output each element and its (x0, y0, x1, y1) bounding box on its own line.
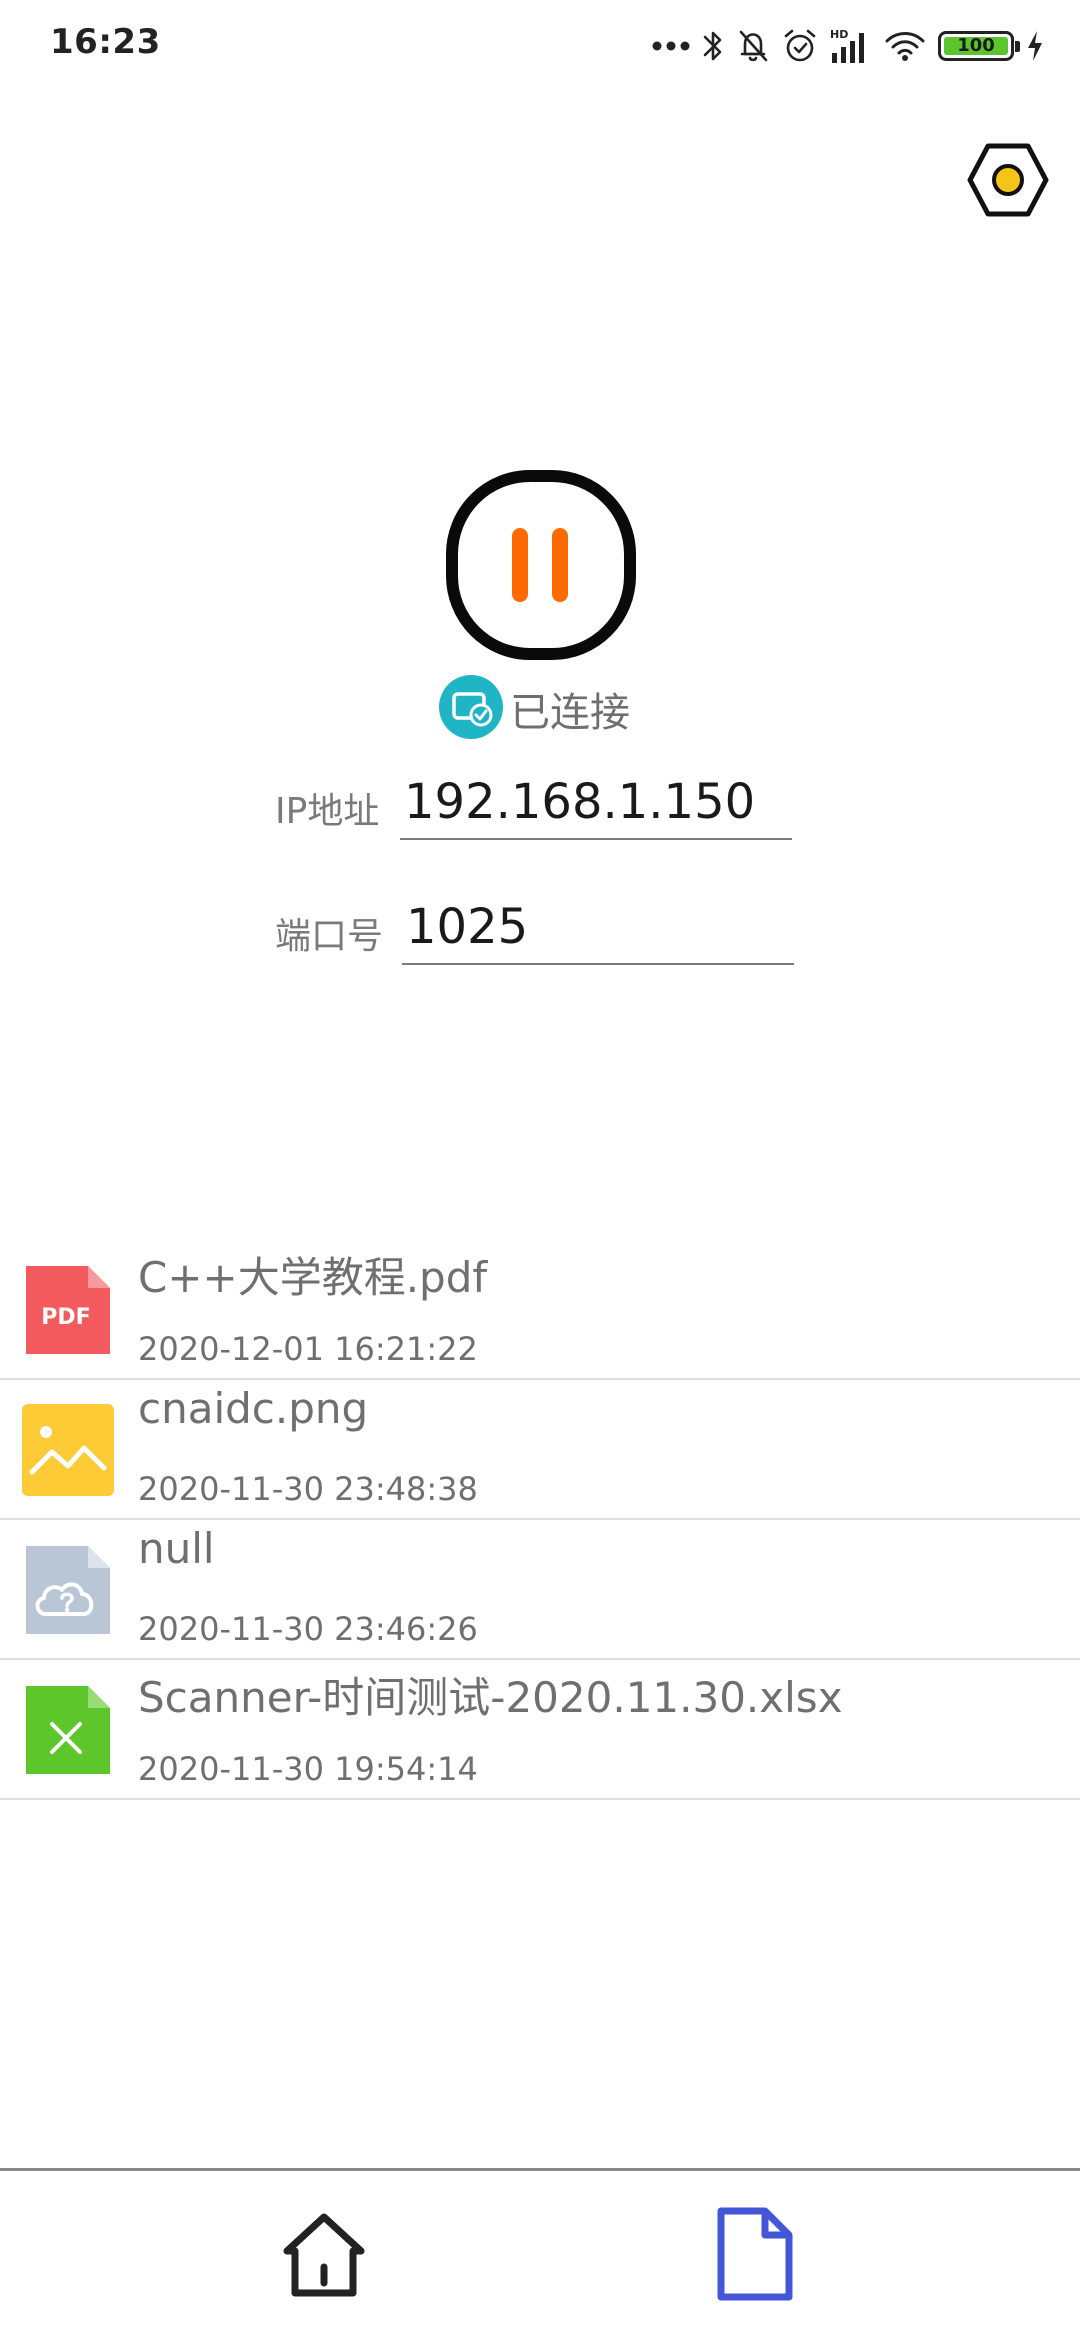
ip-input[interactable] (400, 770, 792, 840)
file-list: PDF C++大学教程.pdf 2020-12-01 16:21:22 cnai… (0, 1240, 1080, 1800)
connection-status: 已连接 (438, 674, 630, 744)
charging-icon (1026, 30, 1044, 62)
file-date: 2020-11-30 19:54:14 (138, 1750, 478, 1788)
file-list-item[interactable]: null 2020-11-30 23:46:26 (0, 1520, 1080, 1660)
pause-icon (446, 470, 636, 664)
unknown-file-icon (22, 1544, 114, 1636)
file-name: null (138, 1524, 215, 1573)
nav-home-button[interactable] (269, 2201, 379, 2311)
file-icon (715, 2207, 795, 2305)
port-input[interactable] (402, 895, 794, 965)
status-icons: HD 100 (652, 22, 1044, 70)
file-date: 2020-12-01 16:21:22 (138, 1330, 478, 1368)
port-row: 端口号 (0, 895, 1080, 965)
svg-text:HD: HD (830, 28, 848, 41)
bluetooth-icon (702, 28, 724, 64)
status-time: 16:23 (50, 22, 161, 62)
bottom-nav (0, 2168, 1080, 2340)
file-list-item[interactable]: cnaidc.png 2020-11-30 23:48:38 (0, 1380, 1080, 1520)
pdf-icon-label: PDF (41, 1305, 90, 1330)
gear-icon (966, 142, 1050, 222)
battery-icon: 100 (938, 31, 1020, 61)
signal-hd-icon: HD (830, 27, 872, 65)
pdf-file-icon: PDF (22, 1264, 114, 1356)
home-icon (279, 2209, 369, 2303)
file-date: 2020-11-30 23:46:26 (138, 1610, 478, 1648)
ip-label: IP地址 (275, 791, 380, 832)
connected-icon (438, 674, 504, 744)
file-list-item[interactable]: Scanner-时间测试-2020.11.30.xlsx 2020-11-30 … (0, 1660, 1080, 1800)
ip-row: IP地址 (0, 770, 1080, 840)
alarm-icon (782, 28, 818, 64)
file-list-item[interactable]: PDF C++大学教程.pdf 2020-12-01 16:21:22 (0, 1240, 1080, 1380)
connection-status-label: 已连接 (510, 690, 630, 736)
battery-level: 100 (944, 37, 1008, 55)
file-name: cnaidc.png (138, 1384, 369, 1433)
more-dots-icon (652, 40, 690, 52)
nav-files-button[interactable] (700, 2201, 810, 2311)
connection-toggle-button[interactable] (446, 470, 636, 660)
port-label: 端口号 (275, 916, 384, 957)
file-date: 2020-11-30 23:48:38 (138, 1470, 478, 1508)
excel-file-icon (22, 1684, 114, 1776)
file-name: Scanner-时间测试-2020.11.30.xlsx (138, 1673, 843, 1722)
image-file-icon (22, 1404, 114, 1496)
file-name: C++大学教程.pdf (138, 1253, 488, 1302)
status-bar: 16:23 HD 100 (0, 0, 1080, 92)
wifi-icon (884, 29, 926, 63)
bell-muted-icon (736, 28, 770, 64)
settings-button[interactable] (962, 138, 1054, 226)
